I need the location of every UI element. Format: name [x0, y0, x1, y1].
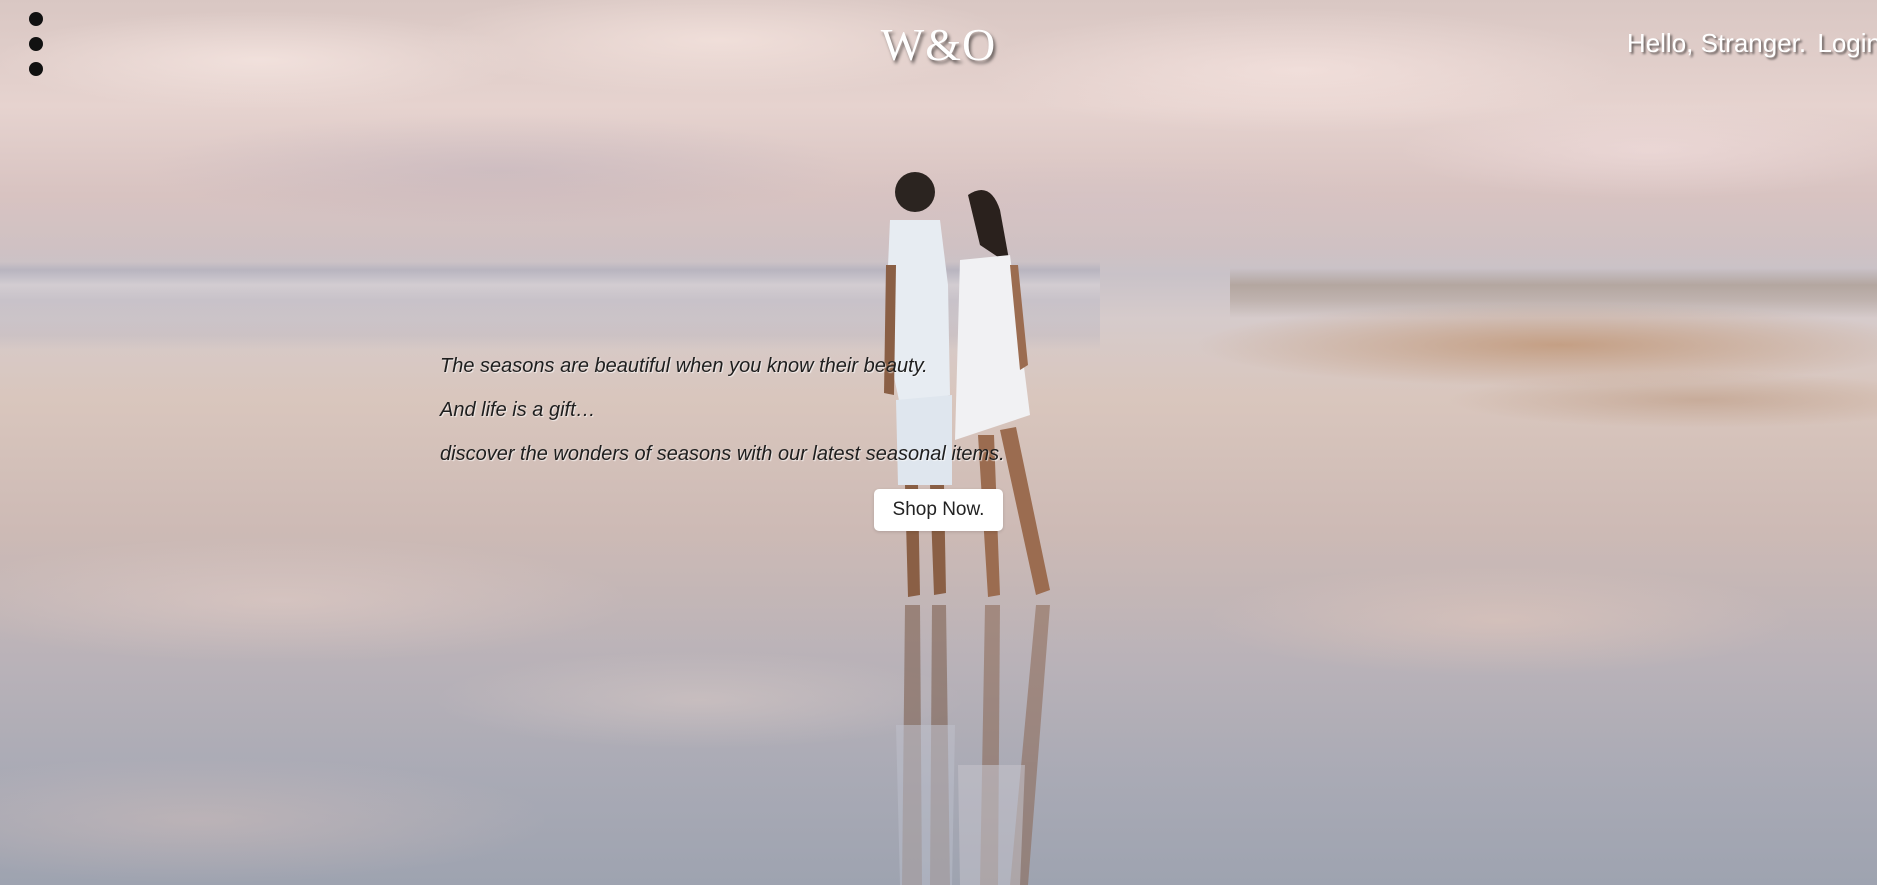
user-greeting: Hello, Stranger. Login	[1627, 28, 1877, 59]
brand-logo[interactable]: W&O	[0, 18, 1877, 71]
hero-banner: W&O Hello, Stranger. Login The seasons a…	[0, 0, 1877, 885]
tagline-line-1: The seasons are beautiful when you know …	[440, 355, 928, 377]
login-link[interactable]: Login	[1817, 28, 1877, 58]
tagline-line-3: discover the wonders of seasons with our…	[440, 443, 1005, 465]
shop-now-button[interactable]: Shop Now.	[874, 489, 1003, 531]
tagline-line-2: And life is a gift…	[440, 399, 596, 421]
hero-tagline: The seasons are beautiful when you know …	[440, 354, 1005, 486]
greeting-text: Hello, Stranger.	[1626, 28, 1807, 58]
